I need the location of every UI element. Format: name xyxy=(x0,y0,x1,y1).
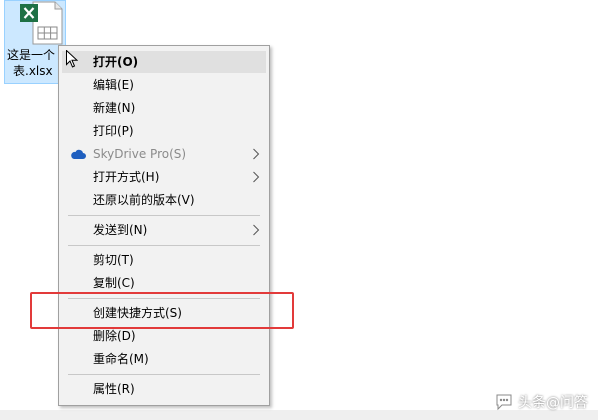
menu-item-open-with[interactable]: 打开方式(H) xyxy=(62,166,266,188)
menu-item-send-to[interactable]: 发送到(N) xyxy=(62,219,266,241)
highlight-box xyxy=(30,292,294,329)
chevron-right-icon xyxy=(253,148,260,160)
menu-item-open[interactable]: 打开(O) xyxy=(62,51,266,73)
menu-item-rename[interactable]: 重命名(M) xyxy=(62,348,266,370)
menu-item-copy[interactable]: 复制(C) xyxy=(62,272,266,294)
menu-item-skydrive-pro[interactable]: SkyDrive Pro(S) xyxy=(62,143,266,165)
menu-item-label: 编辑(E) xyxy=(93,78,134,92)
menu-item-label: 复制(C) xyxy=(93,276,135,290)
menu-item-label: 打开方式(H) xyxy=(93,170,160,184)
menu-item-new[interactable]: 新建(N) xyxy=(62,97,266,119)
menu-separator xyxy=(68,374,260,375)
menu-separator xyxy=(68,245,260,246)
context-menu: 打开(O) 编辑(E) 新建(N) 打印(P) SkyDrive Pro(S) … xyxy=(58,45,270,406)
mouse-cursor-icon xyxy=(66,50,78,68)
menu-item-label: 打开(O) xyxy=(93,55,139,69)
menu-item-label: 重命名(M) xyxy=(93,352,149,366)
menu-separator xyxy=(68,215,260,216)
menu-item-label: 还原以前的版本(V) xyxy=(93,193,195,207)
menu-item-print[interactable]: 打印(P) xyxy=(62,120,266,142)
menu-item-label: 新建(N) xyxy=(93,101,136,115)
cloud-icon xyxy=(71,149,86,159)
menu-item-cut[interactable]: 剪切(T) xyxy=(62,249,266,271)
menu-item-label: 打印(P) xyxy=(93,124,134,138)
chevron-right-icon xyxy=(253,224,260,236)
menu-item-label: 发送到(N) xyxy=(93,223,148,237)
menu-item-edit[interactable]: 编辑(E) xyxy=(62,74,266,96)
menu-item-properties[interactable]: 属性(R) xyxy=(62,378,266,400)
watermark-text: 头条@问答 xyxy=(518,395,588,411)
menu-item-label: SkyDrive Pro(S) xyxy=(93,147,187,161)
file-item-xlsx[interactable]: 这是一个 表.xlsx xyxy=(4,0,66,84)
menu-item-restore-previous-versions[interactable]: 还原以前的版本(V) xyxy=(62,189,266,211)
chevron-right-icon xyxy=(253,171,260,183)
chat-bubble-icon xyxy=(496,394,512,411)
watermark: 头条@问答 xyxy=(494,392,588,412)
menu-item-label: 剪切(T) xyxy=(93,253,134,267)
excel-file-icon xyxy=(20,1,63,45)
menu-item-label: 属性(R) xyxy=(93,382,135,396)
